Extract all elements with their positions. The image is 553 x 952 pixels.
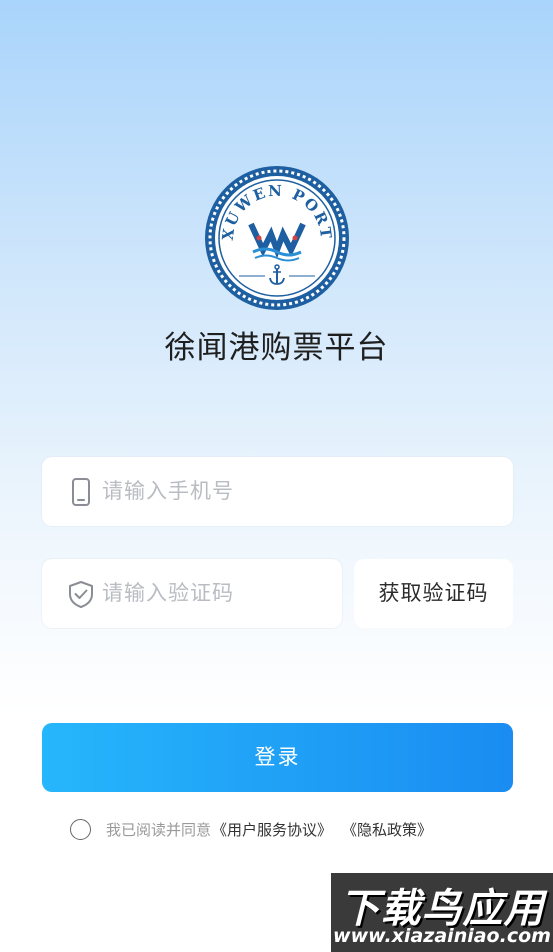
- get-code-button[interactable]: 获取验证码: [354, 559, 513, 628]
- phone-placeholder: 请输入手机号: [102, 479, 234, 503]
- agreement-row: 我已阅读并同意 《用户服务协议》 《隐私政策》: [70, 816, 432, 842]
- port-logo: XUWEN PORT: [203, 164, 351, 312]
- phone-input[interactable]: 请输入手机号: [42, 457, 513, 526]
- shield-check-icon: [67, 579, 95, 609]
- verification-code-input[interactable]: 请输入验证码: [42, 559, 342, 628]
- app-title: 徐闻港购票平台: [164, 330, 389, 366]
- watermark-url: www.xiazainiao.com: [333, 925, 551, 947]
- agreement-text: 我已阅读并同意: [106, 820, 212, 839]
- agreement-checkbox[interactable]: [70, 818, 91, 840]
- watermark: 下载鸟应用 www.xiazainiao.com: [331, 873, 553, 952]
- code-placeholder: 请输入验证码: [102, 581, 234, 605]
- service-agreement-link[interactable]: 《用户服务协议》: [212, 819, 332, 840]
- phone-icon: [67, 477, 95, 507]
- port-logo-svg: XUWEN PORT: [205, 166, 349, 310]
- privacy-policy-link[interactable]: 《隐私政策》: [342, 819, 432, 840]
- login-button[interactable]: 登录: [42, 723, 513, 792]
